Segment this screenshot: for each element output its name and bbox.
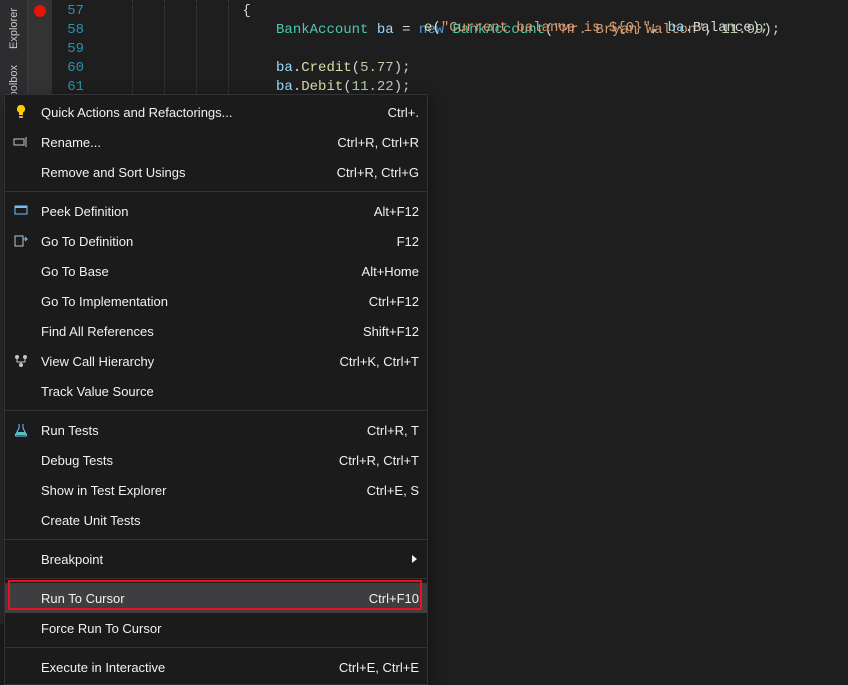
menu-separator: [5, 410, 427, 411]
menu-item-shortcut: F12: [397, 234, 419, 249]
menu-item-go-to-definition[interactable]: Go To DefinitionF12: [5, 226, 427, 256]
menu-item-shortcut: Ctrl+R, Ctrl+T: [339, 453, 419, 468]
menu-item-rename[interactable]: Rename...Ctrl+R, Ctrl+R: [5, 127, 427, 157]
menu-item-label: Create Unit Tests: [41, 513, 419, 528]
code-line: ba.Credit(5.77);: [108, 59, 848, 78]
peek-icon: [13, 203, 29, 219]
menu-item-label: Show in Test Explorer: [41, 483, 367, 498]
menu-separator: [5, 191, 427, 192]
rename-icon: [13, 134, 29, 150]
menu-item-label: Go To Definition: [41, 234, 397, 249]
bulb-icon: [13, 104, 29, 120]
menu-item-label: Quick Actions and Refactorings...: [41, 105, 388, 120]
line-number: 57: [52, 2, 84, 21]
menu-item-find-all-references[interactable]: Find All ReferencesShift+F12: [5, 316, 427, 346]
menu-item-debug-tests[interactable]: Debug TestsCtrl+R, Ctrl+T: [5, 445, 427, 475]
menu-item-breakpoint[interactable]: Breakpoint: [5, 544, 427, 574]
menu-item-label: Execute in Interactive: [41, 660, 339, 675]
menu-item-shortcut: Alt+F12: [374, 204, 419, 219]
menu-item-track-value-source[interactable]: Track Value Source: [5, 376, 427, 406]
line-number: 58: [52, 21, 84, 40]
menu-item-execute-in-interactive[interactable]: Execute in InteractiveCtrl+E, Ctrl+E: [5, 652, 427, 682]
menu-item-shortcut: Ctrl+.: [388, 105, 419, 120]
chevron-right-icon: [412, 555, 417, 563]
menu-item-run-tests[interactable]: Run TestsCtrl+R, T: [5, 415, 427, 445]
menu-item-label: Find All References: [41, 324, 363, 339]
menu-item-shortcut: Ctrl+R, Ctrl+G: [337, 165, 419, 180]
menu-item-shortcut: Ctrl+R, Ctrl+R: [337, 135, 419, 150]
menu-item-shortcut: Ctrl+E, S: [367, 483, 419, 498]
menu-item-peek-definition[interactable]: Peek DefinitionAlt+F12: [5, 196, 427, 226]
menu-item-label: Track Value Source: [41, 384, 419, 399]
flask-icon: [13, 422, 29, 438]
menu-separator: [5, 647, 427, 648]
menu-item-go-to-base[interactable]: Go To BaseAlt+Home: [5, 256, 427, 286]
menu-item-shortcut: Shift+F12: [363, 324, 419, 339]
code-line: [108, 40, 848, 59]
menu-item-shortcut: Alt+Home: [362, 264, 419, 279]
menu-item-label: Peek Definition: [41, 204, 374, 219]
hierarchy-icon: [13, 353, 29, 369]
code-line-tail: e("Current balance is ${0}", ba.Balance)…: [424, 19, 769, 38]
goto-icon: [13, 233, 29, 249]
menu-separator: [5, 578, 427, 579]
menu-item-view-call-hierarchy[interactable]: View Call HierarchyCtrl+K, Ctrl+T: [5, 346, 427, 376]
menu-item-force-run-to-cursor[interactable]: Force Run To Cursor: [5, 613, 427, 643]
menu-item-label: Run Tests: [41, 423, 367, 438]
tab-explorer[interactable]: Explorer: [4, 0, 24, 57]
menu-item-label: Debug Tests: [41, 453, 339, 468]
menu-item-shortcut: Ctrl+E, Ctrl+E: [339, 660, 419, 675]
menu-item-shortcut: Ctrl+K, Ctrl+T: [340, 354, 419, 369]
menu-item-shortcut: Ctrl+F10: [369, 591, 419, 606]
menu-item-label: Go To Base: [41, 264, 362, 279]
menu-item-label: Remove and Sort Usings: [41, 165, 337, 180]
menu-item-quick-actions-and-refactorings[interactable]: Quick Actions and Refactorings...Ctrl+.: [5, 97, 427, 127]
menu-item-remove-and-sort-usings[interactable]: Remove and Sort UsingsCtrl+R, Ctrl+G: [5, 157, 427, 187]
menu-item-go-to-implementation[interactable]: Go To ImplementationCtrl+F12: [5, 286, 427, 316]
context-menu: Quick Actions and Refactorings...Ctrl+.R…: [4, 94, 428, 685]
menu-item-label: Force Run To Cursor: [41, 621, 419, 636]
menu-item-show-in-test-explorer[interactable]: Show in Test ExplorerCtrl+E, S: [5, 475, 427, 505]
menu-separator: [5, 539, 427, 540]
menu-item-shortcut: Ctrl+R, T: [367, 423, 419, 438]
menu-item-create-unit-tests[interactable]: Create Unit Tests: [5, 505, 427, 535]
line-number: 59: [52, 40, 84, 59]
menu-item-label: View Call Hierarchy: [41, 354, 340, 369]
menu-item-label: Run To Cursor: [41, 591, 369, 606]
menu-item-label: Go To Implementation: [41, 294, 369, 309]
line-number: 60: [52, 59, 84, 78]
menu-item-shortcut: Ctrl+F12: [369, 294, 419, 309]
menu-item-label: Rename...: [41, 135, 337, 150]
menu-item-label: Breakpoint: [41, 552, 419, 567]
breakpoint-dot-icon[interactable]: [34, 5, 46, 17]
menu-item-run-to-cursor[interactable]: Run To CursorCtrl+F10: [5, 583, 427, 613]
